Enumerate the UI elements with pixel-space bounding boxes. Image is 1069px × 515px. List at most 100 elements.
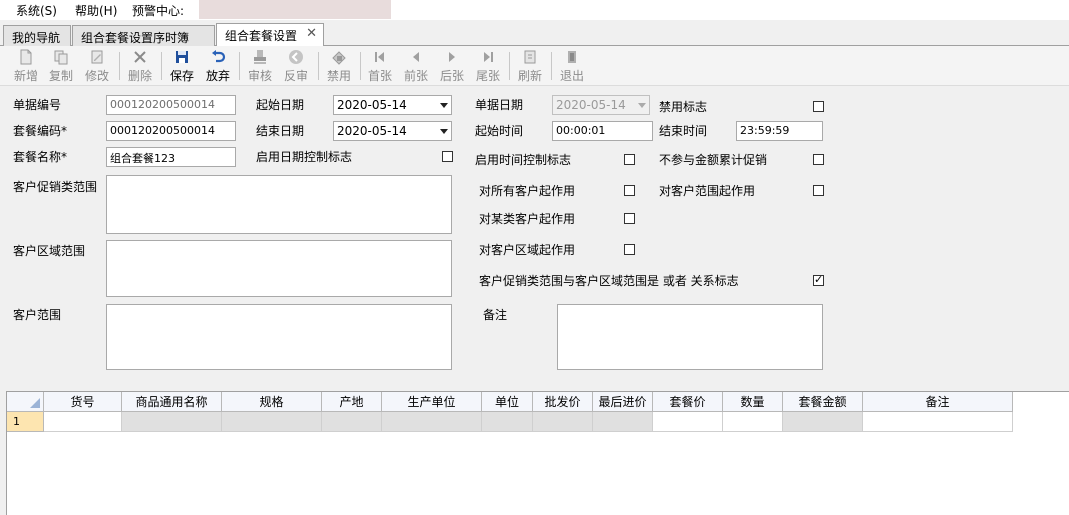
- alert-center-box[interactable]: [199, 0, 391, 19]
- toolbar-separator: [119, 52, 120, 80]
- disable-button[interactable]: 禁用: [322, 49, 356, 83]
- toolbar-label: 复制: [48, 69, 73, 83]
- toolbar-label: 后张: [439, 69, 464, 83]
- last-record-icon: [484, 52, 493, 62]
- refresh-icon: [524, 50, 536, 64]
- grid-row-number[interactable]: 1: [7, 412, 44, 432]
- doc-date-label: 单据日期: [475, 98, 524, 112]
- tab-package-list[interactable]: 组合套餐设置序时簿: [72, 25, 215, 46]
- region-range-textarea[interactable]: [106, 240, 452, 297]
- grid-cell-package-amount[interactable]: [783, 412, 863, 432]
- save-icon: [176, 51, 188, 63]
- grid-cell-spec[interactable]: [222, 412, 322, 432]
- grid-cell-package-price[interactable]: [653, 412, 723, 432]
- grid-header-spec[interactable]: 规格: [222, 392, 322, 412]
- edit-icon: [91, 50, 103, 64]
- chevron-down-icon[interactable]: [440, 103, 448, 108]
- prev-record-icon: [413, 52, 419, 62]
- doc-date-value: 2020-05-14: [556, 98, 626, 112]
- grid-cell-quantity[interactable]: [723, 412, 783, 432]
- all-customers-checkbox[interactable]: [624, 185, 635, 196]
- tab-strip: 我的导航 组合套餐设置序时簿 组合套餐设置 ✕: [0, 22, 1069, 47]
- toolbar-label: 禁用: [326, 69, 351, 83]
- toolbar-label: 尾张: [475, 69, 500, 83]
- toolbar-separator: [509, 52, 510, 80]
- grid-cell-origin[interactable]: [322, 412, 382, 432]
- doc-no-label: 单据编号: [13, 98, 62, 112]
- menu-help[interactable]: 帮助(H): [75, 2, 117, 19]
- grid-header-wholesale-price[interactable]: 批发价: [533, 392, 593, 412]
- delete-button[interactable]: 删除: [123, 49, 157, 83]
- toolbar-label: 新增: [13, 69, 38, 83]
- detail-grid[interactable]: 货号 商品通用名称 规格 产地 生产单位 单位 批发价 最后进价 套餐价 数量 …: [6, 391, 1069, 515]
- date-ctrl-checkbox[interactable]: [442, 151, 453, 162]
- abandon-button[interactable]: 放弃: [201, 49, 235, 83]
- grid-cell-manufacturer[interactable]: [382, 412, 482, 432]
- disable-flag-checkbox[interactable]: [813, 101, 824, 112]
- grid-header-remark[interactable]: 备注: [863, 392, 1013, 412]
- tab-my-navigation[interactable]: 我的导航: [3, 25, 71, 46]
- back-circle-icon: [289, 50, 303, 64]
- end-date-combo[interactable]: 2020-05-14: [333, 121, 452, 141]
- customer-range-textarea[interactable]: [106, 304, 452, 370]
- relation-flag-checkbox[interactable]: ✓: [813, 273, 824, 286]
- audit-button[interactable]: 审核: [243, 49, 277, 83]
- grid-header-quantity[interactable]: 数量: [723, 392, 783, 412]
- copy-button[interactable]: 复制: [44, 49, 78, 83]
- customer-range-flag-checkbox[interactable]: [813, 185, 824, 196]
- refresh-button[interactable]: 刷新: [513, 49, 547, 83]
- unaudit-button[interactable]: 反审: [279, 49, 313, 83]
- grid-header-package-amount[interactable]: 套餐金额: [783, 392, 863, 412]
- toolbar-separator: [551, 52, 552, 80]
- pkg-code-label: 套餐编码*: [13, 124, 68, 138]
- tab-package-settings[interactable]: 组合套餐设置 ✕: [216, 23, 324, 47]
- grid-cell-remark[interactable]: [863, 412, 1013, 432]
- disable-icon: [332, 51, 346, 65]
- new-document-icon: [20, 49, 32, 65]
- first-record-button[interactable]: 首张: [363, 49, 397, 83]
- toolbar-label: 审核: [247, 69, 272, 83]
- grid-header-item-no[interactable]: 货号: [44, 392, 122, 412]
- last-record-button[interactable]: 尾张: [471, 49, 505, 83]
- promo-range-textarea[interactable]: [106, 175, 452, 234]
- tab-label: 组合套餐设置: [225, 29, 298, 43]
- doc-date-combo: 2020-05-14: [552, 95, 650, 115]
- grid-cell-last-cost[interactable]: [593, 412, 653, 432]
- start-date-combo[interactable]: 2020-05-14: [333, 95, 452, 115]
- remark-textarea[interactable]: [557, 304, 823, 370]
- next-record-button[interactable]: 后张: [435, 49, 469, 83]
- grid-header-package-price[interactable]: 套餐价: [653, 392, 723, 412]
- start-time-field[interactable]: 00:00:01: [552, 121, 653, 141]
- grid-header-last-cost[interactable]: 最后进价: [593, 392, 653, 412]
- menu-system[interactable]: 系统(S): [16, 2, 57, 19]
- customer-type-checkbox[interactable]: [624, 213, 635, 224]
- customer-region-checkbox[interactable]: [624, 244, 635, 255]
- doc-no-field[interactable]: 000120200500014: [106, 95, 236, 115]
- grid-cell-unit[interactable]: [482, 412, 533, 432]
- exclude-amount-checkbox[interactable]: [813, 154, 824, 165]
- time-ctrl-checkbox[interactable]: [624, 154, 635, 165]
- exit-button[interactable]: 退出: [555, 49, 589, 83]
- grid-cell-wholesale-price[interactable]: [533, 412, 593, 432]
- next-record-icon: [449, 52, 455, 62]
- pkg-code-field[interactable]: 000120200500014: [106, 121, 236, 141]
- toolbar-label: 放弃: [205, 69, 230, 83]
- grid-cell-item-no[interactable]: [44, 412, 122, 432]
- toolbar-separator: [239, 52, 240, 80]
- new-button[interactable]: 新增: [9, 49, 43, 83]
- grid-cell-generic-name[interactable]: [122, 412, 222, 432]
- end-time-field[interactable]: 23:59:59: [736, 121, 823, 141]
- grid-header-origin[interactable]: 产地: [322, 392, 382, 412]
- chevron-down-icon[interactable]: [440, 129, 448, 134]
- pkg-name-field[interactable]: 组合套餐123: [106, 147, 236, 167]
- prev-record-button[interactable]: 前张: [399, 49, 433, 83]
- save-button[interactable]: 保存: [165, 49, 199, 83]
- grid-corner[interactable]: [7, 392, 44, 412]
- edit-button[interactable]: 修改: [80, 49, 114, 83]
- tab-label: 我的导航: [12, 31, 61, 45]
- grid-header-manufacturer[interactable]: 生产单位: [382, 392, 482, 412]
- start-date-label: 起始日期: [256, 98, 305, 112]
- close-icon[interactable]: ✕: [306, 26, 317, 41]
- grid-header-unit[interactable]: 单位: [482, 392, 533, 412]
- grid-header-generic-name[interactable]: 商品通用名称: [122, 392, 222, 412]
